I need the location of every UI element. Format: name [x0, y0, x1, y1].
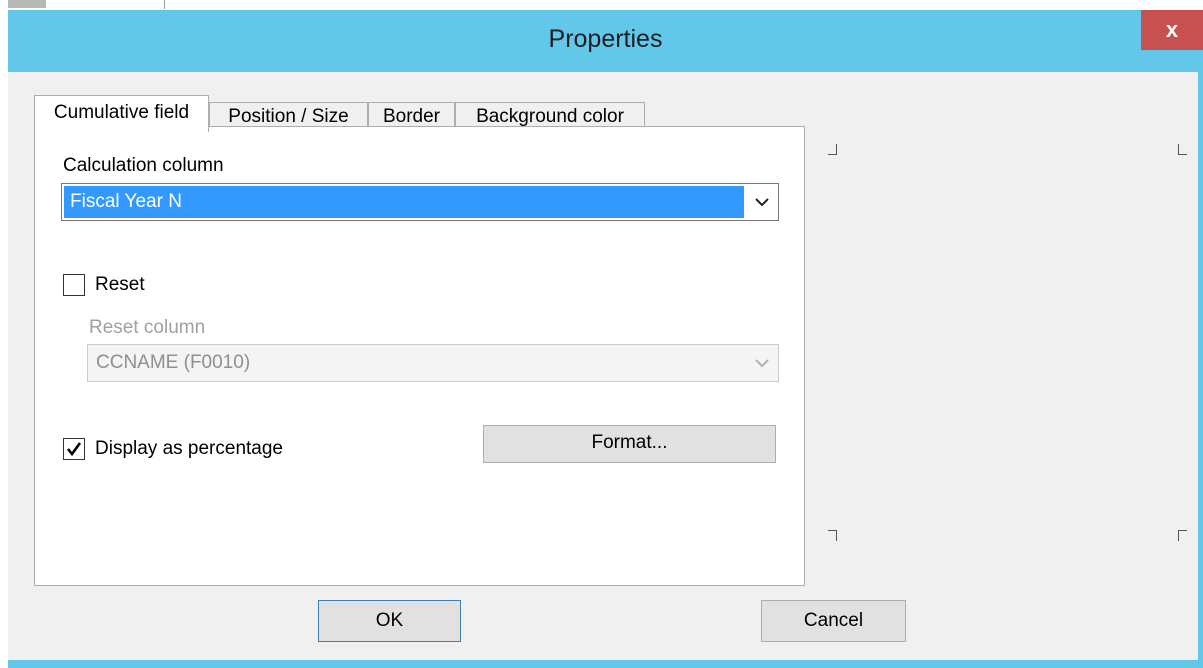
calculation-column-select[interactable]: Fiscal Year N: [61, 183, 779, 221]
close-button[interactable]: x: [1141, 10, 1203, 50]
reset-column-select: CCNAME (F0010): [87, 344, 779, 382]
layout-corner-marker: [828, 530, 837, 541]
background-divider: [164, 0, 165, 9]
background-strip: [0, 0, 1203, 10]
display-as-percentage-checkbox[interactable]: [63, 438, 85, 460]
chevron-down-icon: [755, 359, 769, 368]
dialog-title: Properties: [548, 25, 663, 53]
background-block: [8, 0, 46, 8]
reset-label: Reset: [95, 274, 145, 295]
cancel-button[interactable]: Cancel: [761, 600, 906, 642]
tab-panel-cumulative-field: Calculation column Fiscal Year N Reset R…: [34, 126, 805, 586]
display-as-percentage-label: Display as percentage: [95, 438, 283, 459]
reset-column-value: CCNAME (F0010): [96, 352, 251, 373]
calculation-column-value: Fiscal Year N: [64, 186, 744, 218]
checkmark-icon: [66, 442, 82, 457]
reset-column-label: Reset column: [89, 317, 206, 338]
calculation-column-label: Calculation column: [63, 155, 224, 176]
tab-cumulative-field[interactable]: Cumulative field: [34, 95, 209, 132]
layout-corner-marker: [1178, 144, 1187, 155]
properties-dialog: Properties x Cumulative field Position /…: [8, 10, 1203, 668]
title-bar[interactable]: Properties x: [8, 10, 1203, 72]
dialog-client-area: Cumulative field Position / Size Border …: [8, 72, 1198, 660]
reset-checkbox[interactable]: [63, 274, 85, 296]
format-button[interactable]: Format...: [483, 425, 776, 463]
chevron-down-icon: [755, 198, 769, 207]
layout-corner-marker: [828, 144, 837, 155]
layout-corner-marker: [1178, 530, 1187, 541]
ok-button[interactable]: OK: [318, 600, 461, 642]
